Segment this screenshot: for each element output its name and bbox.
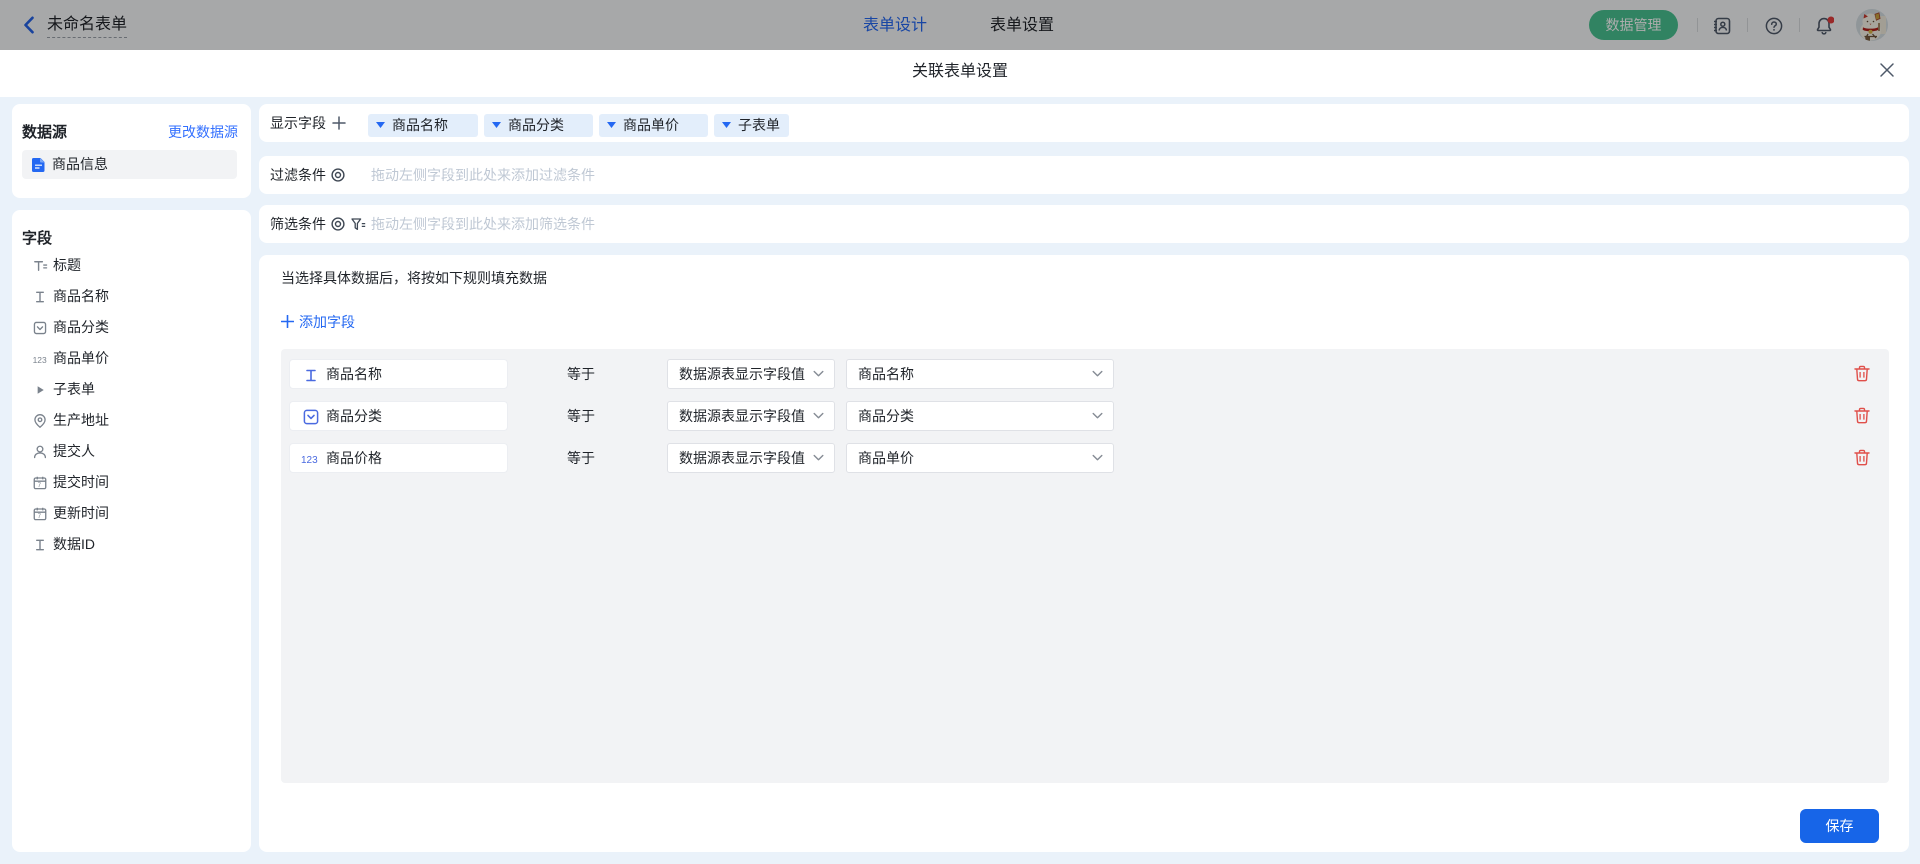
svg-text:7: 7 xyxy=(38,482,42,489)
svg-text:7: 7 xyxy=(38,513,42,520)
svg-text:123: 123 xyxy=(301,455,318,466)
svg-text:123: 123 xyxy=(33,354,47,364)
